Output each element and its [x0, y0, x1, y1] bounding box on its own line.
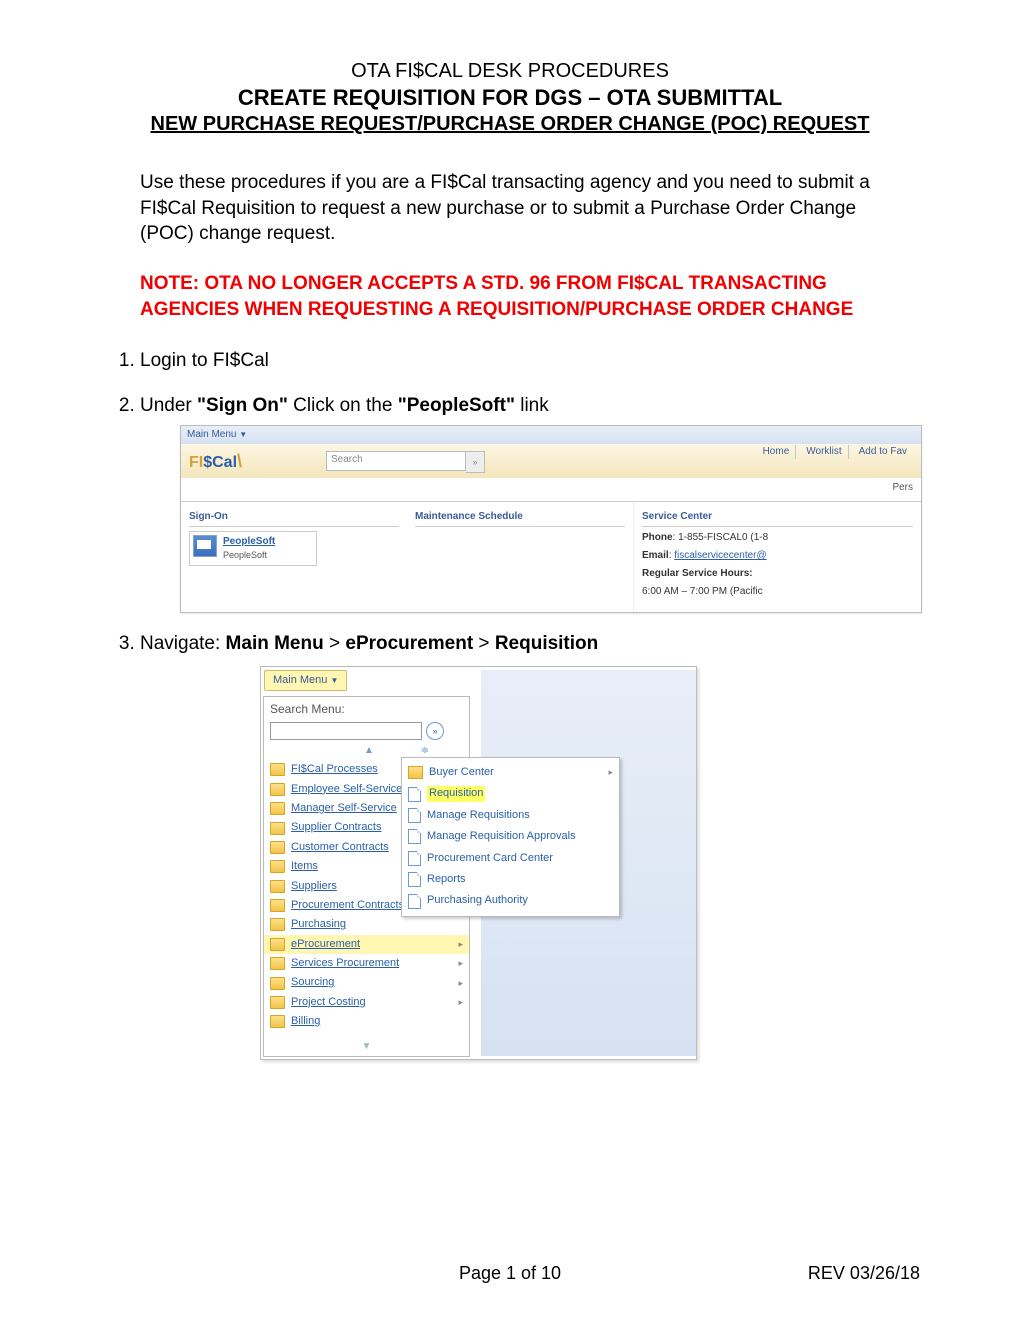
nav-add-fav[interactable]: Add to Fav: [853, 445, 913, 459]
folder-icon: [270, 802, 285, 815]
menu-search-input[interactable]: [270, 722, 422, 740]
chevron-right-icon: ▸: [458, 938, 463, 951]
search-menu-label: Search Menu:: [264, 697, 469, 718]
eprocurement-submenu: Buyer Center▸ Requisition Manage Requisi…: [401, 757, 620, 917]
service-email-link[interactable]: fiscalservicecenter@: [674, 550, 766, 561]
sign-on-header: Sign-On: [189, 510, 399, 527]
folder-icon: [270, 841, 285, 854]
top-nav-links: Home Worklist Add to Fav: [757, 445, 913, 459]
main-menu-dropdown[interactable]: Main Menu ▼: [187, 428, 247, 442]
nav-home[interactable]: Home: [757, 445, 797, 459]
chevron-right-icon: ▸: [458, 996, 463, 1009]
menu-item[interactable]: Project Costing▸: [270, 993, 463, 1012]
peoplesoft-icon: [193, 535, 217, 557]
screenshot-main-menu: Main Menu ▼ Search Menu: » ▲≑ FI$Cal Pro…: [260, 666, 697, 1060]
menu-item[interactable]: Sourcing▸: [270, 973, 463, 992]
screenshot-sign-on: Main Menu ▼ FI$Cal\ Search » Home Workli…: [180, 425, 922, 613]
header-line1: OTA FI$CAL DESK PROCEDURES: [100, 60, 920, 83]
folder-icon: [270, 977, 285, 990]
chevron-right-icon: ▸: [608, 766, 613, 779]
chevron-right-icon: ▸: [458, 957, 463, 970]
folder-icon: [270, 996, 285, 1009]
note-paragraph: NOTE: OTA NO LONGER ACCEPTS A STD. 96 FR…: [140, 271, 880, 322]
folder-icon: [270, 822, 285, 835]
tab-personalize[interactable]: Pers: [892, 482, 913, 493]
sort-up-icon[interactable]: ▲: [364, 744, 374, 758]
header-line2: CREATE REQUISITION FOR DGS – OTA SUBMITT…: [100, 85, 920, 111]
folder-icon: [270, 957, 285, 970]
page-icon: [408, 829, 421, 844]
page-icon: [408, 851, 421, 866]
submenu-item[interactable]: Buyer Center▸: [408, 762, 613, 783]
submenu-item[interactable]: Procurement Card Center: [408, 848, 613, 869]
scroll-down-icon[interactable]: ▼: [264, 1038, 469, 1056]
submenu-item[interactable]: Manage Requisitions: [408, 805, 613, 826]
folder-icon: [270, 880, 285, 893]
page-icon: [408, 894, 421, 909]
menu-item[interactable]: Billing: [270, 1012, 463, 1031]
service-center-header: Service Center: [642, 510, 913, 527]
menu-item-eprocurement[interactable]: eProcurement▸: [264, 935, 469, 954]
step-3: Navigate: Main Menu > eProcurement > Req…: [140, 631, 920, 1059]
folder-icon: [270, 899, 285, 912]
folder-icon: [408, 766, 423, 779]
submenu-item-requisition[interactable]: Requisition: [408, 783, 613, 804]
folder-icon: [270, 1015, 285, 1028]
intro-paragraph: Use these procedures if you are a FI$Cal…: [140, 170, 880, 247]
fiscal-logo: FI$Cal\: [189, 449, 242, 474]
submenu-item[interactable]: Purchasing Authority: [408, 890, 613, 911]
page-icon: [408, 808, 421, 823]
folder-icon: [270, 763, 285, 776]
folder-icon: [270, 918, 285, 931]
chevron-right-icon: ▸: [458, 977, 463, 990]
menu-search-go[interactable]: »: [426, 722, 444, 740]
folder-icon: [270, 783, 285, 796]
header-line3: NEW PURCHASE REQUEST/PURCHASE ORDER CHAN…: [100, 113, 920, 136]
step-2: Under "Sign On" Click on the "PeopleSoft…: [140, 393, 920, 614]
search-input[interactable]: Search: [326, 451, 466, 471]
menu-item[interactable]: Services Procurement▸: [270, 954, 463, 973]
submenu-item[interactable]: Reports: [408, 869, 613, 890]
folder-icon: [270, 860, 285, 873]
peoplesoft-link[interactable]: PeopleSoft PeopleSoft: [189, 531, 317, 566]
main-menu-button[interactable]: Main Menu ▼: [264, 670, 347, 691]
step-1: Login to FI$Cal: [140, 348, 920, 375]
page-icon: [408, 872, 421, 887]
page-icon: [408, 787, 421, 802]
menu-item[interactable]: Purchasing: [270, 915, 463, 934]
search-button[interactable]: »: [466, 451, 485, 473]
nav-worklist[interactable]: Worklist: [800, 445, 848, 459]
folder-icon: [270, 938, 285, 951]
revision-date: REV 03/26/18: [808, 1263, 920, 1284]
submenu-item[interactable]: Manage Requisition Approvals: [408, 826, 613, 847]
maint-schedule-header: Maintenance Schedule: [415, 510, 625, 527]
